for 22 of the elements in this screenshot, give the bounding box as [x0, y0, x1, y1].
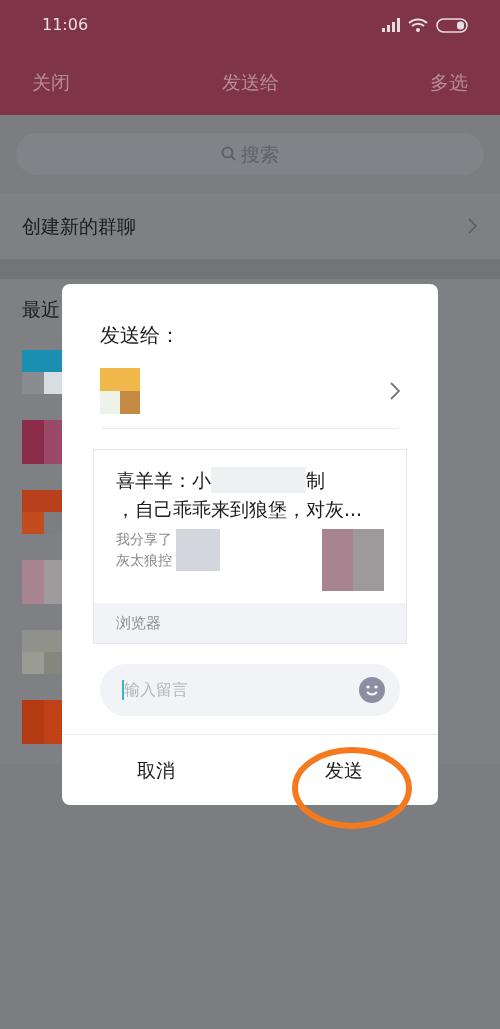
card-source: 浏览器	[116, 612, 161, 634]
search-icon	[221, 146, 237, 162]
dialog-button[interactable]: 取消	[129, 751, 183, 789]
dialog-title: 发送给：	[100, 322, 181, 349]
card-description: 灰太狼控	[116, 551, 172, 570]
multi-select-link[interactable]: 多选	[430, 68, 468, 97]
signal-icon	[382, 18, 400, 32]
battery-icon	[436, 17, 468, 33]
card-title: ，自己乖乖来到狼堡，对灰...	[116, 496, 364, 522]
card-title: 制	[306, 468, 325, 493]
message-field[interactable]: 输入留言	[100, 664, 400, 716]
card-description: 我分享了	[116, 530, 172, 549]
chevron-right-icon	[390, 382, 400, 400]
card-title: 喜羊羊：小	[116, 468, 211, 493]
recent-heading: 最近	[22, 297, 61, 322]
close-link[interactable]: 关闭	[32, 68, 70, 97]
blurred-text	[176, 529, 220, 571]
wifi-icon	[408, 17, 428, 33]
status-time: 11:06	[42, 14, 89, 36]
screen-title: 发送给	[221, 70, 279, 96]
emoji-icon[interactable]	[358, 676, 386, 704]
chevron-right-icon	[468, 218, 478, 234]
